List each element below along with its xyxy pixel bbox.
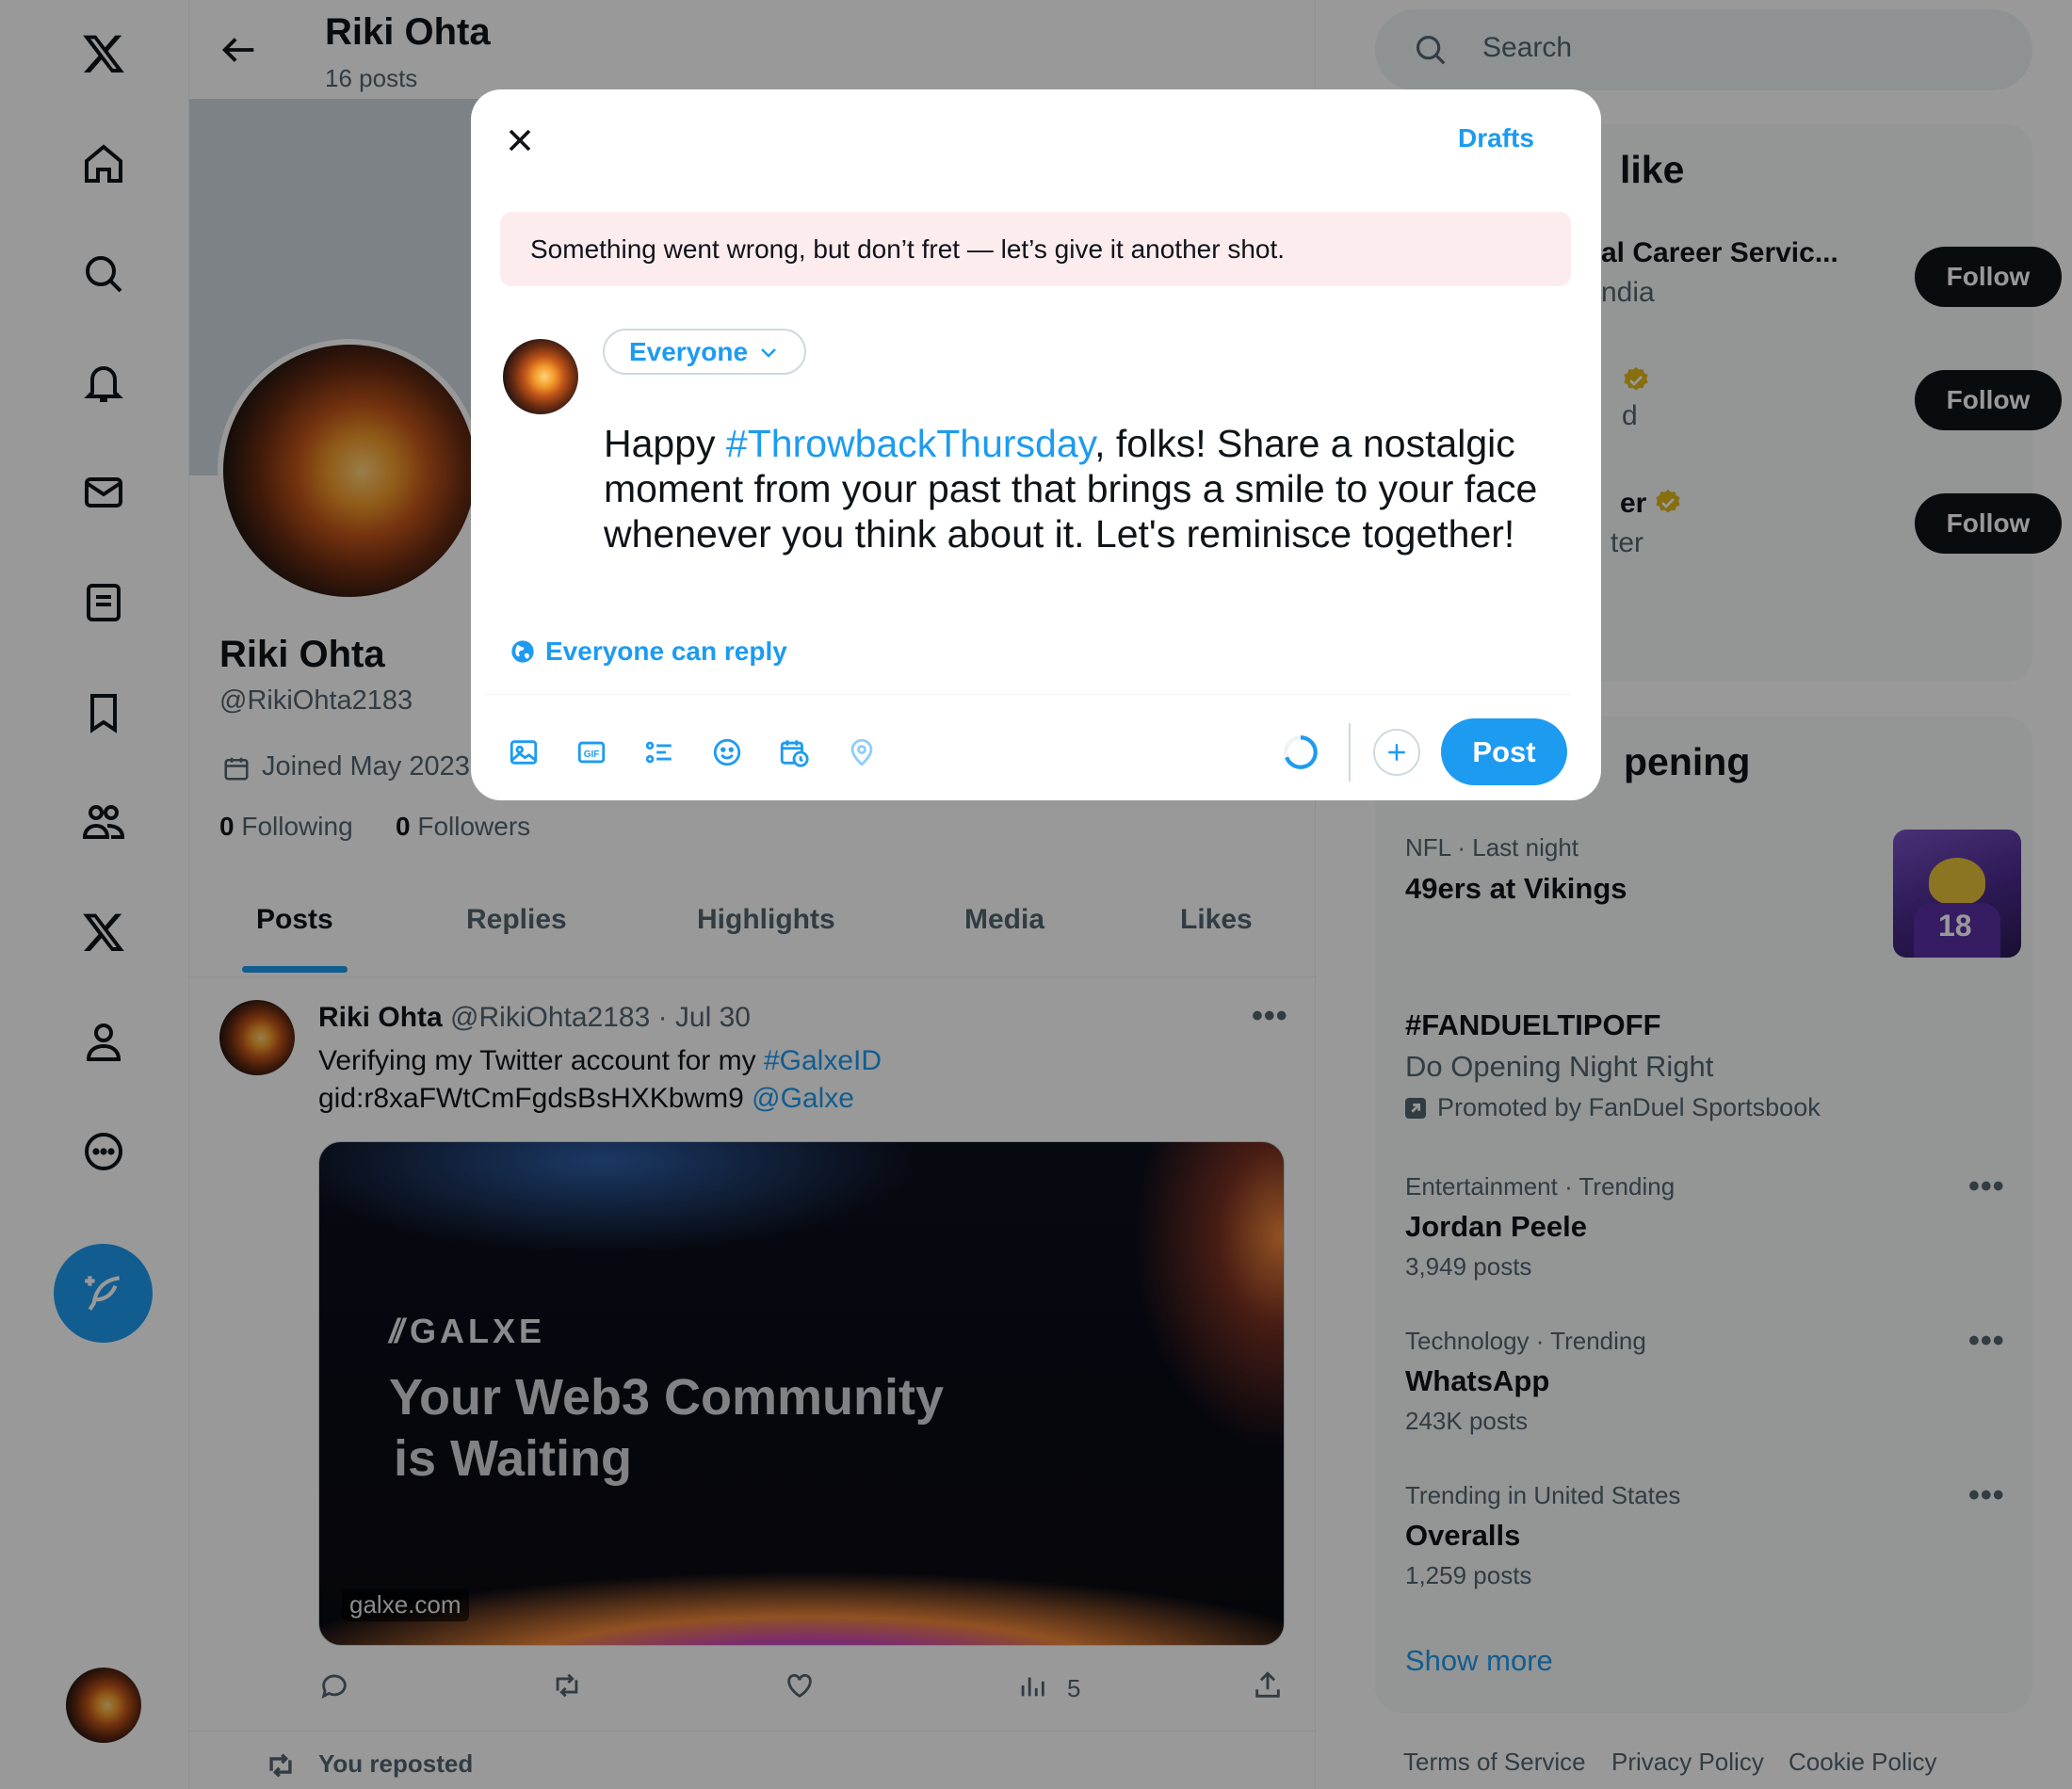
compose-hashtag: #ThrowbackThursday [725,422,1095,465]
character-count-ring [1281,733,1320,772]
globe-icon [511,640,534,663]
reply-setting-button[interactable]: Everyone can reply [510,635,787,669]
media-image-icon[interactable] [504,733,543,772]
error-text: Something went wrong, but don’t fret — l… [530,234,1286,264]
toolbar-separator [1349,723,1351,782]
drafts-button[interactable]: Drafts [1458,123,1534,153]
compose-text-pre: Happy [604,422,726,465]
emoji-icon[interactable] [707,733,747,772]
compose-post-dialog: Drafts Something went wrong, but don’t f… [471,89,1601,800]
location-pin-icon[interactable] [842,733,882,772]
composer-avatar[interactable] [503,339,578,414]
add-thread-button[interactable] [1373,729,1420,776]
poll-icon[interactable] [639,733,679,772]
chevron-down-icon [761,347,776,358]
divider [486,694,1571,695]
post-button[interactable]: Post [1441,718,1567,785]
audience-dropdown[interactable]: Everyone [603,329,806,375]
compose-textarea[interactable]: Happy #ThrowbackThursday, folks! Share a… [604,421,1555,556]
plus-icon [1388,744,1405,761]
svg-text:GIF: GIF [584,749,600,760]
gif-icon[interactable]: GIF [572,733,611,772]
close-icon[interactable] [501,121,539,159]
audience-label: Everyone [628,336,749,366]
error-banner: Something went wrong, but don’t fret — l… [500,212,1571,286]
reply-setting-label: Everyone can reply [545,637,787,666]
schedule-icon[interactable] [774,733,814,772]
